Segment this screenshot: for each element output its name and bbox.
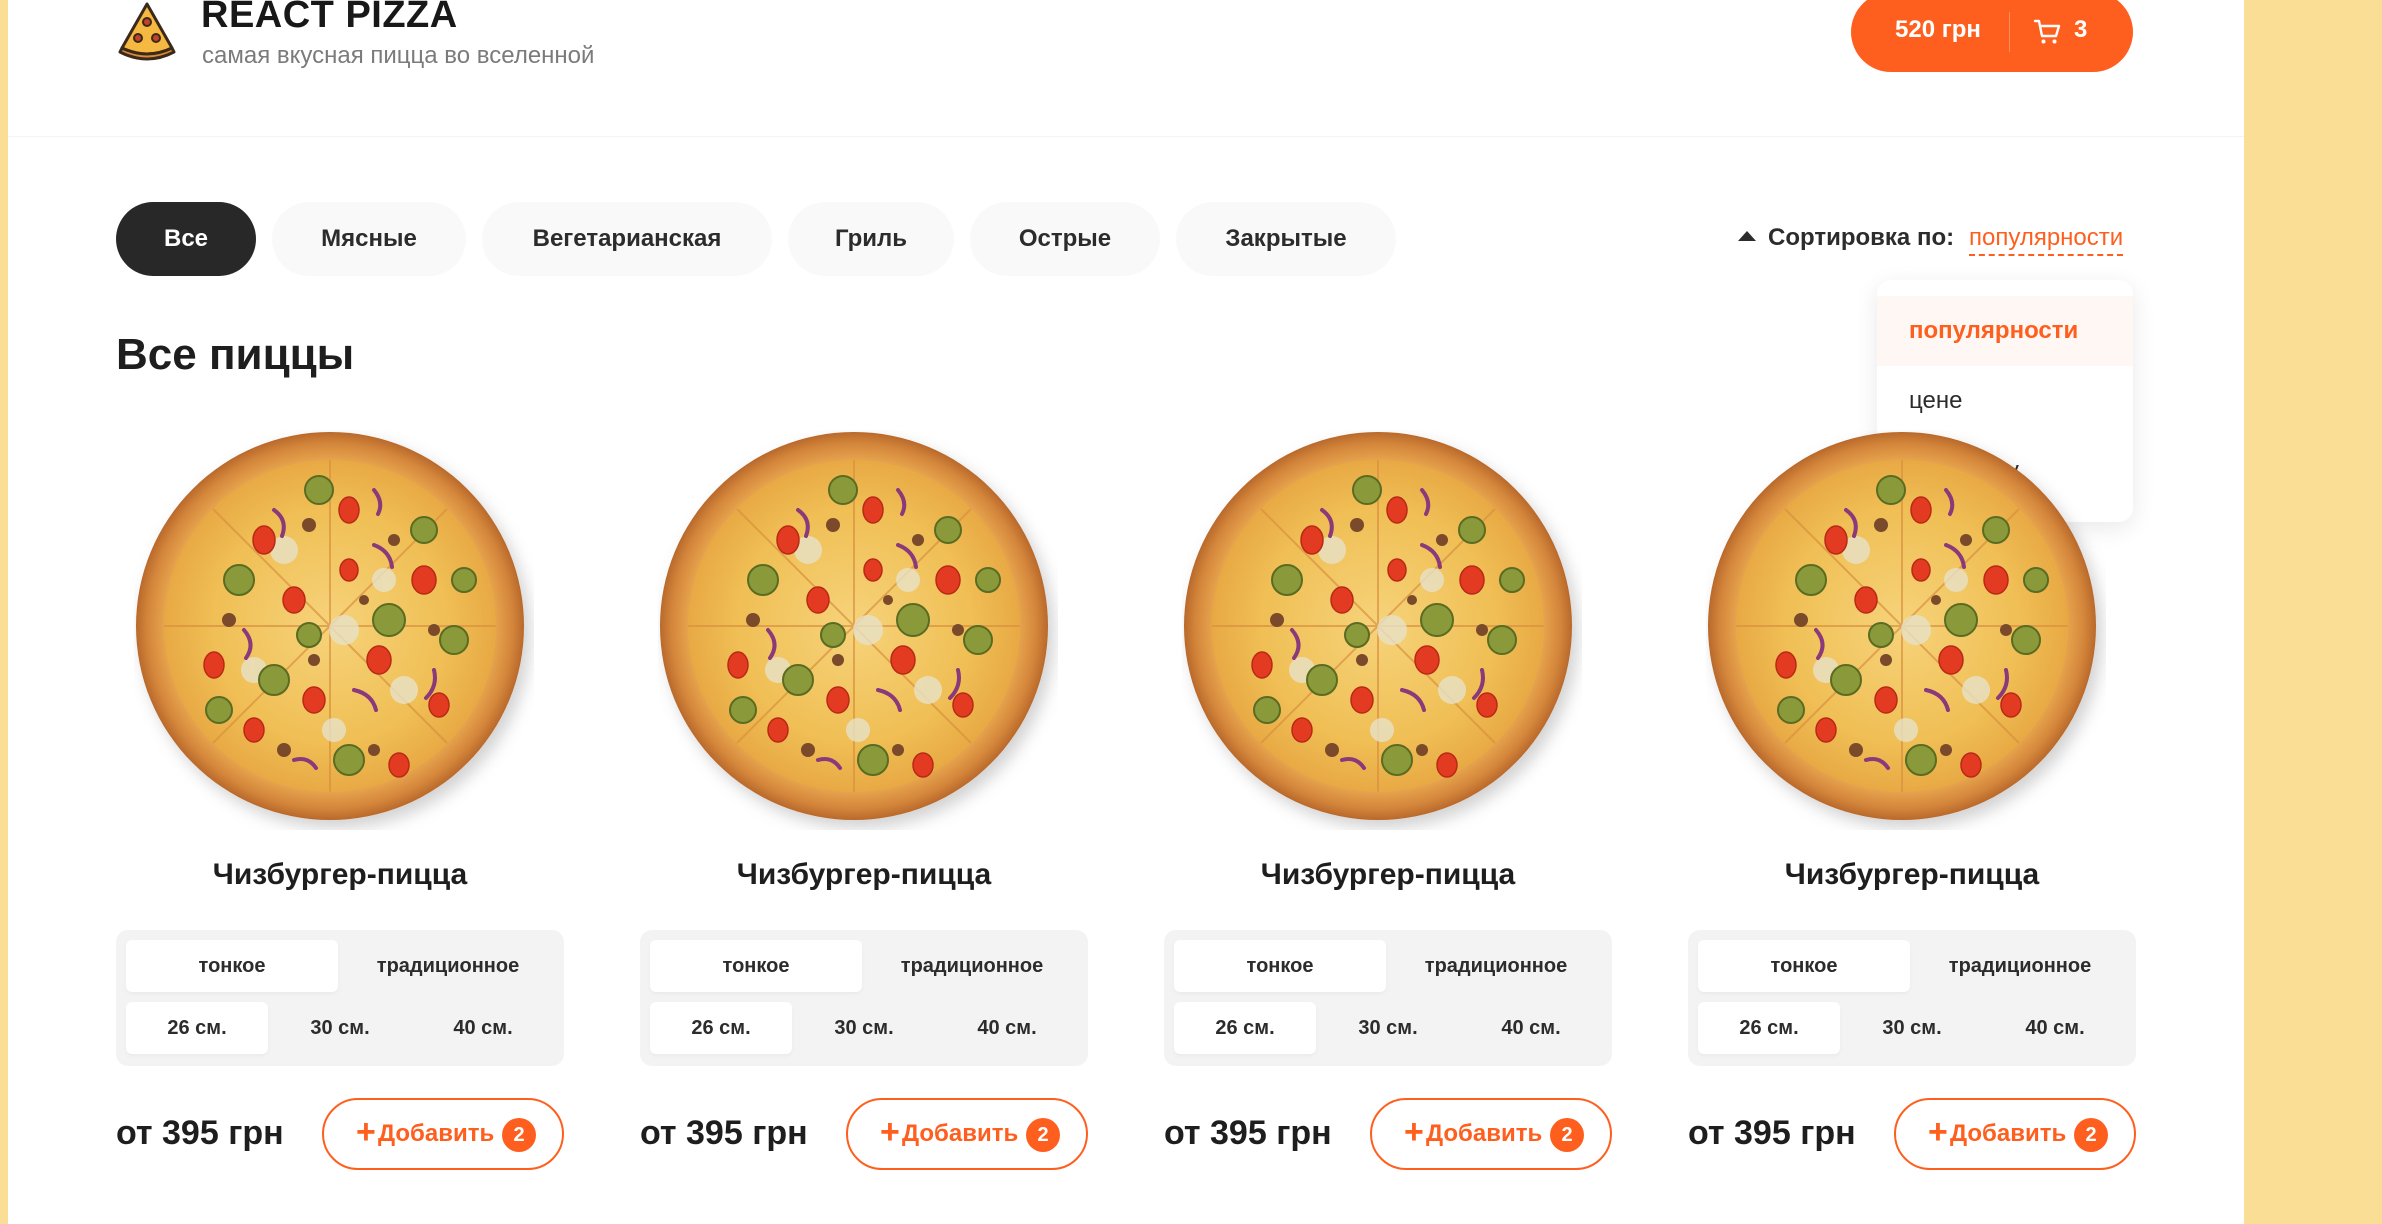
size-40[interactable]: 40 см. <box>412 1002 554 1054</box>
pizza-photo <box>1184 432 1572 820</box>
pizza-card: Чизбургер-пицца тонкое традиционное 26 с… <box>640 430 1088 1224</box>
added-count-badge: 2 <box>502 1118 536 1152</box>
pizza-name: Чизбургер-пицца <box>1260 858 1516 891</box>
pizza-options-selector: тонкое традиционное 26 см. 30 см. 40 см. <box>116 930 564 1066</box>
added-count-badge: 2 <box>1026 1118 1060 1152</box>
sort-arrow-up-icon[interactable] <box>1738 231 1756 241</box>
pizza-image <box>134 430 534 830</box>
pizza-name: Чизбургер-пицца <box>1784 858 2040 891</box>
add-to-cart-button[interactable]: + Добавить 2 <box>1894 1098 2136 1170</box>
sort-label: Сортировка по: <box>1768 224 1955 251</box>
cart-divider <box>2009 12 2010 52</box>
sort-current-value[interactable]: популярности <box>1969 224 2124 256</box>
plus-icon: + <box>1404 1113 1424 1151</box>
size-26[interactable]: 26 см. <box>1174 1002 1316 1054</box>
pizza-image <box>1706 430 2106 830</box>
header: REACT PIZZA самая вкусная пицца во вселе… <box>8 0 2244 137</box>
dough-type-traditional[interactable]: традиционное <box>1914 940 2126 992</box>
add-to-cart-button[interactable]: + Добавить 2 <box>322 1098 564 1170</box>
pizza-options-selector: тонкое традиционное 26 см. 30 см. 40 см. <box>640 930 1088 1066</box>
pizza-price: от 395 грн <box>640 1114 808 1152</box>
category-closed[interactable]: Закрытые <box>1176 202 1396 276</box>
category-grill[interactable]: Гриль <box>788 202 954 276</box>
add-to-cart-button[interactable]: + Добавить 2 <box>1370 1098 1612 1170</box>
added-count-badge: 2 <box>2074 1118 2108 1152</box>
pizza-photo <box>660 432 1048 820</box>
size-30[interactable]: 30 см. <box>1317 1002 1459 1054</box>
pizza-image <box>658 430 1058 830</box>
dough-type-thin[interactable]: тонкое <box>1698 940 1910 992</box>
pizza-image <box>1182 430 1582 830</box>
add-button-label: Добавить <box>902 1120 1019 1147</box>
dough-type-thin[interactable]: тонкое <box>1174 940 1386 992</box>
added-count-badge: 2 <box>1550 1118 1584 1152</box>
add-to-cart-button[interactable]: + Добавить 2 <box>846 1098 1088 1170</box>
category-meat[interactable]: Мясные <box>272 202 466 276</box>
logo-title[interactable]: REACT PIZZA <box>201 0 458 37</box>
plus-icon: + <box>1928 1113 1948 1151</box>
category-spicy[interactable]: Острые <box>970 202 1160 276</box>
size-40[interactable]: 40 см. <box>1984 1002 2126 1054</box>
pizza-card: Чизбургер-пицца тонкое традиционное 26 с… <box>116 430 564 1224</box>
category-all[interactable]: Все <box>116 202 256 276</box>
section-title: Все пиццы <box>116 330 355 379</box>
dough-type-traditional[interactable]: традиционное <box>1390 940 1602 992</box>
pizza-photo <box>136 432 524 820</box>
logo-subtitle: самая вкусная пицца во вселенной <box>202 42 595 69</box>
size-26[interactable]: 26 см. <box>1698 1002 1840 1054</box>
pizza-price: от 395 грн <box>1688 1114 1856 1152</box>
size-40[interactable]: 40 см. <box>1460 1002 1602 1054</box>
pizza-photo <box>1708 432 2096 820</box>
dough-type-thin[interactable]: тонкое <box>126 940 338 992</box>
size-26[interactable]: 26 см. <box>126 1002 268 1054</box>
app-wrapper: REACT PIZZA самая вкусная пицца во вселе… <box>8 0 2244 1224</box>
pizza-slice-icon <box>118 2 176 61</box>
plus-icon: + <box>880 1113 900 1151</box>
dough-type-thin[interactable]: тонкое <box>650 940 862 992</box>
size-30[interactable]: 30 см. <box>793 1002 935 1054</box>
dough-type-traditional[interactable]: традиционное <box>866 940 1078 992</box>
pizza-options-selector: тонкое традиционное 26 см. 30 см. 40 см. <box>1164 930 1612 1066</box>
cart-item-count: 3 <box>2074 16 2088 43</box>
cart-icon <box>2033 19 2061 44</box>
pizza-price: от 395 грн <box>1164 1114 1332 1152</box>
add-button-label: Добавить <box>1426 1120 1543 1147</box>
pizza-name: Чизбургер-пицца <box>736 858 992 891</box>
pizza-options-selector: тонкое традиционное 26 см. 30 см. 40 см. <box>1688 930 2136 1066</box>
add-button-label: Добавить <box>1950 1120 2067 1147</box>
cart-total-price: 520 грн <box>1895 16 1981 43</box>
pizza-card: Чизбургер-пицца тонкое традиционное 26 с… <box>1164 430 1612 1224</box>
pizza-name: Чизбургер-пицца <box>212 858 468 891</box>
cart-button[interactable]: 520 грн 3 <box>1851 0 2133 72</box>
add-button-label: Добавить <box>378 1120 495 1147</box>
dough-type-traditional[interactable]: традиционное <box>342 940 554 992</box>
pizza-card: Чизбургер-пицца тонкое традиционное 26 с… <box>1688 430 2136 1224</box>
category-vegetarian[interactable]: Вегетарианская <box>482 202 772 276</box>
size-30[interactable]: 30 см. <box>269 1002 411 1054</box>
size-30[interactable]: 30 см. <box>1841 1002 1983 1054</box>
pizza-price: от 395 грн <box>116 1114 284 1152</box>
size-40[interactable]: 40 см. <box>936 1002 1078 1054</box>
sort-option-price[interactable]: цене <box>1877 366 2133 436</box>
page-background-strip <box>0 0 8 1224</box>
sort-option-popularity[interactable]: популярности <box>1877 296 2133 366</box>
plus-icon: + <box>356 1113 376 1151</box>
size-26[interactable]: 26 см. <box>650 1002 792 1054</box>
